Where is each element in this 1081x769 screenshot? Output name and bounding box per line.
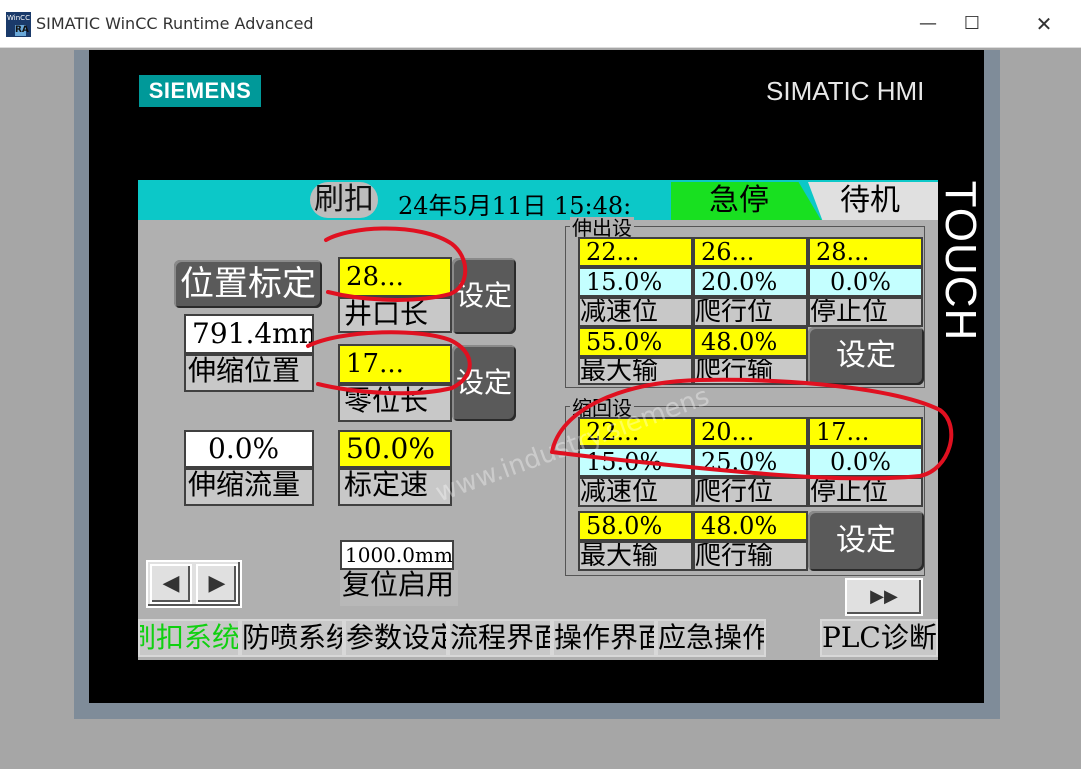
- extend-decel-label: 减速位: [578, 297, 693, 327]
- retract-crawl-out-label: 爬行输: [693, 541, 808, 571]
- status-indicator: 待机: [808, 182, 938, 220]
- extend-stop-label: 停止位: [808, 297, 923, 327]
- nav-plc-diagnostics[interactable]: PLC诊断: [820, 619, 938, 657]
- set-zero-length-button[interactable]: 设定: [452, 345, 516, 421]
- close-button[interactable]: ✕: [1022, 4, 1066, 44]
- extend-crawl-out-label: 爬行输: [693, 357, 808, 385]
- wincc-app-icon: WinCC RA: [6, 12, 31, 37]
- extend-stop-out-field[interactable]: 0.0%: [808, 267, 923, 297]
- retract-decel-label: 减速位: [578, 477, 693, 507]
- retract-crawl-out-field[interactable]: 25.0%: [693, 447, 808, 477]
- position-calibration-button[interactable]: 位置标定: [174, 260, 322, 308]
- calib-speed-field[interactable]: 50.0%: [338, 430, 452, 468]
- touch-text: TOUCH: [936, 180, 985, 342]
- nav-flow-screen[interactable]: 流程界面: [448, 619, 552, 657]
- retract-stop-pos-field[interactable]: 17...: [808, 417, 923, 447]
- retract-max-out-field[interactable]: 58.0%: [578, 511, 693, 541]
- nav-emergency-ops[interactable]: 应急操作: [656, 619, 766, 657]
- retract-decel-out-field[interactable]: 15.0%: [578, 447, 693, 477]
- extend-position-label: 伸缩位置: [184, 354, 314, 392]
- retract-group-title: 缩回设: [570, 396, 634, 420]
- next-screen-button[interactable]: ▶: [196, 564, 238, 604]
- extend-flow-label: 伸缩流量: [184, 468, 314, 506]
- extend-max-out-label: 最大输: [578, 357, 693, 385]
- forward-button[interactable]: ▶▶: [845, 578, 923, 616]
- extend-max-out-field[interactable]: 55.0%: [578, 327, 693, 357]
- app-icon-text: WinCC: [7, 14, 30, 22]
- window-titlebar: WinCC RA SIMATIC WinCC Runtime Advanced —…: [0, 0, 1081, 48]
- estop-indicator: 急停: [671, 182, 821, 220]
- extend-decel-out-field[interactable]: 15.0%: [578, 267, 693, 297]
- window-title: SIMATIC WinCC Runtime Advanced: [36, 14, 314, 33]
- calib-speed-label: 标定速: [338, 468, 452, 506]
- nav-brush-system[interactable]: 刷扣系统: [138, 619, 240, 657]
- well-length-label: 井口长: [338, 297, 452, 333]
- simatic-hmi-label: SIMATIC HMI: [766, 76, 925, 106]
- maximize-button[interactable]: ☐: [950, 4, 994, 44]
- minimize-button[interactable]: —: [906, 4, 950, 44]
- retract-stop-label: 停止位: [808, 477, 923, 507]
- well-length-field[interactable]: 28...: [338, 257, 452, 297]
- extend-flow-field: 0.0%: [184, 430, 314, 468]
- extend-set-button[interactable]: 设定: [808, 327, 924, 385]
- extend-decel-pos-field[interactable]: 22...: [578, 237, 693, 267]
- retract-max-out-label: 最大输: [578, 541, 693, 571]
- extend-crawl-pos-field[interactable]: 26...: [693, 237, 808, 267]
- reset-distance-field[interactable]: 1000.0mm: [340, 540, 454, 570]
- retract-set-button[interactable]: 设定: [808, 511, 924, 571]
- retract-crawl-pos-field[interactable]: 20...: [693, 417, 808, 447]
- extend-stop-pos-field[interactable]: 28...: [808, 237, 923, 267]
- zero-length-label: 零位长: [338, 384, 452, 422]
- retract-crawl-max-field[interactable]: 48.0%: [693, 511, 808, 541]
- retract-decel-pos-field[interactable]: 22...: [578, 417, 693, 447]
- extend-position-field: 791.4mm: [184, 314, 314, 354]
- nav-operation-screen[interactable]: 操作界面: [552, 619, 656, 657]
- retract-crawl-label: 爬行位: [693, 477, 808, 507]
- prev-screen-button[interactable]: ◀: [150, 564, 192, 604]
- nav-spray-system[interactable]: 防喷系统: [240, 619, 344, 657]
- page-title: 刷扣: [310, 182, 378, 218]
- retract-stop-out-field[interactable]: 0.0%: [808, 447, 923, 477]
- app-icon-sub: RA: [15, 25, 29, 36]
- zero-length-field[interactable]: 17...: [338, 344, 452, 384]
- nav-param-settings[interactable]: 参数设定: [344, 619, 448, 657]
- hmi-screen: 刷扣 24年5月11日 15:48: 急停 待机 位置标定 28... 井口长 …: [138, 180, 938, 660]
- set-well-length-button[interactable]: 设定: [452, 258, 516, 334]
- extend-crawl-out-field[interactable]: 20.0%: [693, 267, 808, 297]
- siemens-logo: SIEMENS: [139, 75, 261, 107]
- extend-crawl-label: 爬行位: [693, 297, 808, 327]
- extend-crawl-max-field[interactable]: 48.0%: [693, 327, 808, 357]
- reset-enable-label: 复位启用: [340, 570, 458, 606]
- extend-group-title: 伸出设: [570, 216, 634, 240]
- touch-label: TOUCH: [936, 180, 985, 342]
